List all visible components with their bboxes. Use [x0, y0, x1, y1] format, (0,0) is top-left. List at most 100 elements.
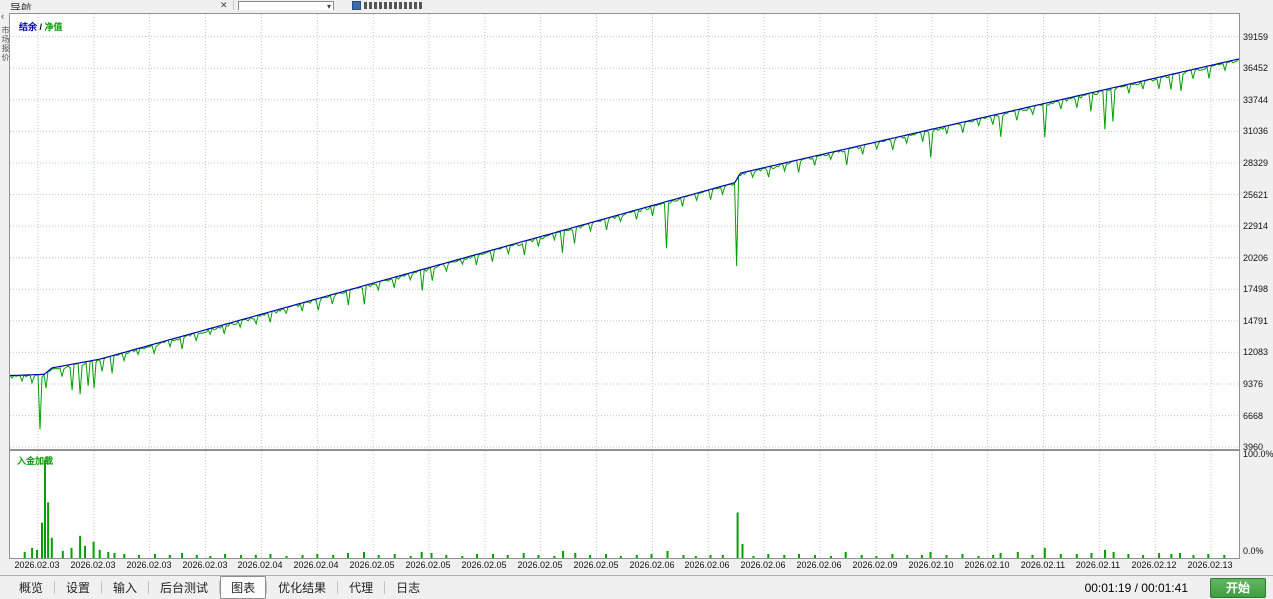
y-axis-label: 14791	[1243, 316, 1269, 326]
deposit-load-bar	[1104, 549, 1106, 558]
deposit-load-bar	[1192, 555, 1195, 558]
deposit-load-bar	[1059, 554, 1062, 558]
x-axis-label: 2026.02.03	[126, 560, 172, 570]
deposit-load-bar	[920, 555, 923, 558]
deposit-load-bar	[254, 555, 257, 558]
deposit-load-bar	[574, 553, 577, 558]
deposit-load-bar	[181, 553, 184, 558]
tab-graph[interactable]: 图表	[220, 576, 267, 599]
deposit-load-bar	[1158, 553, 1161, 558]
deposit-load-bar	[332, 555, 335, 558]
deposit-load-bar	[1112, 551, 1115, 558]
deposit-load-bar	[844, 551, 847, 558]
deposit-load-bar	[992, 555, 995, 558]
deposit-load-bar	[393, 554, 396, 558]
deposit-load-bar	[741, 543, 744, 558]
y-axis-label: 17498	[1243, 284, 1269, 294]
tab-journal[interactable]: 日志	[385, 576, 431, 599]
deposit-load-bar	[945, 555, 948, 558]
equity-balance-chart[interactable]: 结余 / 净值	[9, 13, 1240, 450]
y-axis-label: 36452	[1243, 63, 1269, 73]
tab-agents[interactable]: 代理	[338, 576, 384, 599]
x-axis-label: 2026.02.03	[70, 560, 116, 570]
deposit-load-bar	[605, 554, 608, 558]
deposit-load-bar	[70, 547, 73, 558]
tab-strip: 概览 设置 输入 后台测试 图表 优化结果 代理 日志	[8, 576, 431, 599]
bottom-tab-bar: 概览 设置 输入 后台测试 图表 优化结果 代理 日志 00:01:19 / 00:01:41…	[0, 575, 1273, 599]
elapsed-time: 00:01:19 / 00:01:41	[1084, 580, 1188, 595]
chart-legend: 结余 / 净值	[19, 20, 63, 33]
deposit-load-bar	[285, 556, 288, 558]
deposit-load-bar	[269, 554, 272, 558]
collapse-chevron-icon[interactable]: ‹	[1, 12, 4, 21]
deposit-load-bar	[767, 554, 770, 558]
deposit-load-bar	[694, 556, 697, 558]
deposit-load-chart[interactable]: 入金加载	[9, 450, 1240, 559]
deposit-axis-label: 100.0%	[1243, 449, 1273, 459]
deposit-load-bar	[891, 554, 894, 558]
deposit-load-bar	[506, 555, 509, 558]
x-axis-label: 2026.02.10	[908, 560, 954, 570]
deposit-load-bar	[1031, 555, 1034, 558]
y-axis-label: 12083	[1243, 347, 1269, 357]
deposit-load-label: 入金加载	[17, 456, 54, 466]
deposit-load-bar	[635, 555, 638, 558]
y-axis-label: 20206	[1243, 253, 1269, 263]
deposit-load-bar	[1043, 547, 1046, 558]
y-axis-label: 39159	[1243, 32, 1269, 42]
deposit-load-bar	[619, 556, 622, 558]
deposit-load-bar	[1223, 555, 1226, 558]
deposit-load-bar	[814, 555, 816, 558]
x-axis-label: 2026.02.06	[740, 560, 786, 570]
toolbar-item-text-truncated	[364, 2, 422, 9]
x-axis-label: 2026.02.05	[517, 560, 563, 570]
equity-chart-canvas	[10, 14, 1239, 449]
deposit-load-bar	[209, 556, 212, 558]
y-axis-label: 9376	[1243, 379, 1264, 389]
deposit-load-bar	[999, 553, 1002, 558]
tab-backtest[interactable]: 后台测试	[149, 576, 219, 599]
deposit-load-bar	[41, 522, 43, 558]
tab-optimization-results[interactable]: 优化结果	[267, 576, 337, 599]
deposit-load-canvas	[23, 451, 1226, 558]
x-axis-label: 2026.02.12	[1131, 560, 1177, 570]
deposit-load-bar	[1170, 554, 1173, 558]
toolbar-item[interactable]	[352, 1, 422, 10]
deposit-load-bar	[522, 553, 525, 558]
deposit-load-bar	[562, 550, 565, 558]
x-axis-label: 2026.02.05	[349, 560, 395, 570]
deposit-load-bar	[195, 555, 198, 558]
x-axis-label: 2026.02.13	[1187, 560, 1233, 570]
deposit-load-bar	[875, 556, 878, 558]
close-icon[interactable]: ✕	[220, 0, 228, 10]
deposit-load-bar	[50, 537, 53, 558]
deposit-load-bar	[445, 555, 448, 558]
deposit-load-bar	[240, 555, 243, 558]
x-axis-label: 2026.02.04	[237, 560, 283, 570]
toolbar-item-icon	[352, 1, 361, 10]
deposit-load-bar	[409, 556, 412, 558]
tab-settings[interactable]: 设置	[55, 576, 101, 599]
deposit-load-bar	[168, 555, 171, 558]
deposit-load-bar	[1179, 553, 1181, 558]
chevron-down-icon: ▾	[326, 2, 331, 10]
deposit-load-bar	[1127, 554, 1130, 558]
deposit-load-bar	[860, 555, 863, 558]
toolbar-dropdown[interactable]: ▾	[238, 1, 334, 10]
deposit-load-bar	[107, 551, 110, 558]
deposit-load-bar	[84, 545, 86, 558]
y-axis-label: 25621	[1243, 190, 1269, 200]
tab-inputs[interactable]: 输入	[102, 576, 148, 599]
deposit-load-bar	[61, 550, 64, 558]
x-axis-label: 2026.02.05	[405, 560, 451, 570]
deposit-load-bar	[377, 555, 380, 558]
deposit-load-bar	[347, 553, 349, 558]
tab-overview[interactable]: 概览	[8, 576, 54, 599]
legend-separator: /	[37, 22, 45, 32]
x-axis-label: 2026.02.05	[573, 560, 619, 570]
deposit-load-bar	[138, 555, 140, 558]
deposit-load-bar	[553, 556, 556, 558]
left-vertical-tab[interactable]: 市场报价	[0, 26, 11, 62]
start-button[interactable]: 开始	[1210, 577, 1266, 598]
deposit-load-bar	[36, 549, 38, 558]
